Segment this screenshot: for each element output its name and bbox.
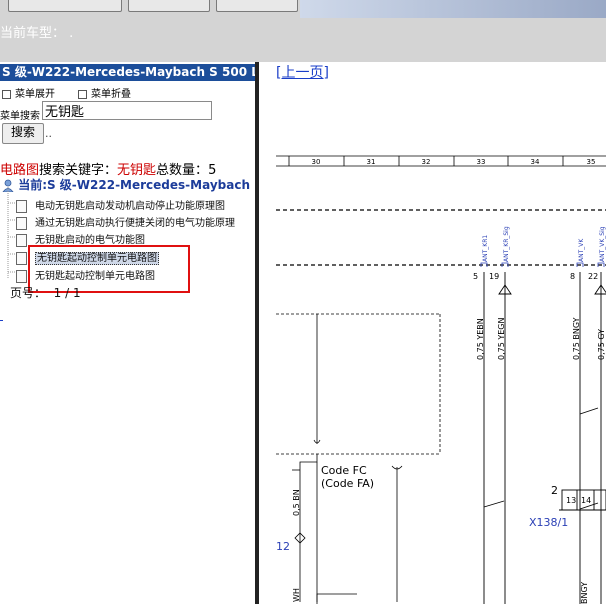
left-panel: S 级-W222-Mercedes-Maybach S 500 Limou 菜单… [0, 62, 255, 604]
pin-signal-label: ANT_KR_Sig [503, 226, 510, 262]
column-number: 30 [312, 158, 321, 166]
current-tree-node[interactable]: 当前:S 级-W222-Mercedes-Maybach S 5 [2, 176, 255, 193]
document-icon [16, 251, 27, 265]
search-input[interactable] [42, 101, 212, 120]
column-number: 34 [531, 158, 540, 166]
toolbar-button-1[interactable] [8, 0, 122, 12]
current-tree-label: 当前:S 级-W222-Mercedes-Maybach S 5 [18, 178, 255, 192]
pin-number: 22 [588, 272, 598, 281]
wire-label: 0,75 GY [597, 329, 606, 360]
pin-number: 8 [570, 272, 575, 281]
column-number: 33 [477, 158, 486, 166]
module-outline [276, 313, 441, 455]
expand-icon [2, 89, 11, 99]
column-number: 32 [422, 158, 431, 166]
diagram-panel: [上一页] 30 31 32 33 34 35 ANT_KR1 ANT_KR_S… [259, 62, 606, 604]
top-bar: 当前车型： . [0, 0, 606, 62]
tree-item-label: 通过无钥匙启动执行便捷关闭的电气功能原理 [35, 218, 235, 229]
pin-signal-label: ANT_VK [578, 238, 585, 262]
collapse-icon [78, 89, 87, 99]
page-label: 页号： [10, 286, 47, 300]
menu-expand-control[interactable]: 菜单展开 [2, 85, 55, 100]
toolbar-button-3[interactable] [216, 0, 298, 12]
page-value: 1 / 1 [53, 286, 81, 300]
wire-label-bngy: BNGY [580, 582, 589, 604]
tree-item-label: 电动无钥匙启动发动机启动停止功能原理图 [35, 201, 225, 212]
column-number: 31 [367, 158, 376, 166]
search-label: 菜单搜索 [0, 111, 40, 122]
wire-label-bn: 0,5 BN [292, 489, 301, 516]
tree-item-1[interactable]: 电动无钥匙启动发动机启动停止功能原理图 [16, 197, 225, 213]
column-number: 35 [587, 158, 596, 166]
code-label-fc: Code FC [321, 464, 367, 477]
wiring-diagram: 30 31 32 33 34 35 ANT_KR1 ANT_KR_Sig ANT… [276, 155, 606, 604]
title-strip [300, 0, 606, 18]
connector-name: X138/1 [529, 516, 568, 529]
document-icon [16, 199, 27, 213]
vehicle-model-label: 当前车型： [0, 26, 66, 41]
document-icon [16, 269, 27, 283]
pin-number: 19 [489, 272, 499, 281]
pin-number: 5 [473, 272, 478, 281]
wire-label: 0,75 BNGY [572, 317, 581, 360]
menu-expand-label: 菜单展开 [15, 89, 55, 100]
tree-item-2[interactable]: 通过无钥匙启动执行便捷关闭的电气功能原理 [16, 214, 235, 230]
wire-label-wh: WH [292, 588, 301, 602]
document-icon [16, 216, 27, 230]
toolbar-button-2[interactable] [128, 0, 210, 12]
search-dots: .. [45, 127, 52, 140]
pin-signal-label: ANT_KR1 [482, 235, 489, 262]
menu-collapse-control[interactable]: 菜单折叠 [78, 85, 131, 100]
node-number-12: 12 [276, 540, 290, 553]
unit-boundary [276, 209, 606, 266]
stray-link-mark [0, 320, 3, 321]
code-label-fa: (Code FA) [321, 477, 374, 490]
menu-collapse-label: 菜单折叠 [91, 89, 131, 100]
vehicle-title-bar: S 级-W222-Mercedes-Maybach S 500 Limou [0, 64, 255, 81]
node-number-2: 2 [551, 484, 558, 497]
connector-pin: 14 [581, 496, 591, 505]
wire-label: 0,75 YEBN [476, 318, 485, 360]
search-button[interactable]: 搜索 [2, 123, 44, 144]
pin-signal-label: ANT_VK_Sig [599, 226, 606, 262]
connector-pin: 13 [566, 496, 576, 505]
document-icon [16, 233, 27, 247]
wire-label: 0,75 YEGN [497, 318, 506, 360]
vehicle-model-value: . [69, 26, 74, 41]
vehicle-model-line: 当前车型： . [0, 22, 73, 41]
column-ruler [276, 155, 606, 167]
page-indicator: 页号： 1 / 1 [10, 284, 81, 301]
